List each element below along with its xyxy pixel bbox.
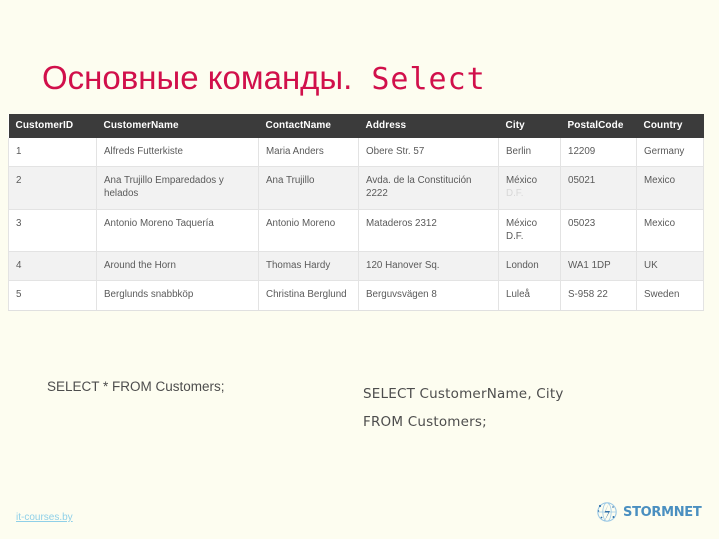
cell-postalcode: WA1 1DP — [560, 251, 637, 282]
stormnet-logo-text: STORMNET — [623, 504, 702, 520]
column-header-address: Address — [358, 114, 499, 138]
cell-contactname: Antonio Moreno — [258, 209, 359, 253]
table-row: 1 Alfreds Futterkiste Maria Anders Obere… — [8, 138, 704, 168]
stormnet-logo: STORMNET — [596, 499, 704, 525]
cell-city: Luleå — [498, 280, 561, 311]
cell-address: Berguvsvägen 8 — [358, 280, 499, 311]
cell-country: Mexico — [636, 209, 704, 253]
page-title: Основные команды. Select — [42, 58, 486, 100]
cell-city-line1: Luleå — [506, 289, 530, 301]
cell-country: Sweden — [636, 280, 704, 311]
cell-customerid: 1 — [8, 138, 97, 168]
cell-customername: Antonio Moreno Taquería — [96, 209, 259, 253]
cell-contactname: Maria Anders — [258, 138, 359, 168]
cell-address: Obere Str. 57 — [358, 138, 499, 168]
cell-address: Avda. de la Constitución 2222 — [358, 166, 499, 210]
sql-right-line-1: SELECT CustomerName, City — [363, 386, 564, 402]
table-row: 5 Berglunds snabbköp Christina Berglund … — [8, 280, 704, 311]
sql-snippet-left: SELECT * FROM Customers; — [47, 379, 225, 394]
cell-contactname: Thomas Hardy — [258, 251, 359, 282]
cell-city: México D.F. — [498, 166, 561, 210]
sql-snippet-right: SELECT CustomerName, City FROM Customers… — [363, 380, 564, 436]
cell-customername: Around the Horn — [96, 251, 259, 282]
cell-city: London — [498, 251, 561, 282]
cell-customername: Berglunds snabbköp — [96, 280, 259, 311]
cell-customerid: 3 — [8, 209, 97, 253]
cell-address: Mataderos 2312 — [358, 209, 499, 253]
page-title-select: Select — [352, 62, 486, 97]
cell-customerid: 5 — [8, 280, 97, 311]
table-header-row: CustomerID CustomerName ContactName Addr… — [8, 114, 704, 138]
column-header-customername: CustomerName — [96, 114, 259, 138]
page-title-russian: Основные команды. — [42, 59, 353, 96]
footer-link-it-courses[interactable]: it-courses.by — [16, 512, 73, 523]
cell-address: 120 Hanover Sq. — [358, 251, 499, 282]
slide-canvas: Основные команды. Select CustomerID Cust… — [0, 0, 719, 539]
cell-city-line1: México — [506, 217, 538, 229]
cell-customerid: 4 — [8, 251, 97, 282]
cell-contactname: Christina Berglund — [258, 280, 359, 311]
cell-contactname: Ana Trujillo — [258, 166, 359, 210]
cell-city-line2: D.F. — [506, 188, 524, 200]
cell-postalcode: S-958 22 — [560, 280, 637, 311]
cell-city-line1: London — [506, 260, 539, 272]
column-header-postalcode: PostalCode — [560, 114, 637, 138]
cell-postalcode: 05023 — [560, 209, 637, 253]
title-area: Основные команды. Select — [0, 58, 719, 104]
column-header-customerid: CustomerID — [8, 114, 97, 138]
cell-city-line2: D.F. — [506, 230, 524, 242]
cell-city-line1: Berlin — [506, 146, 532, 157]
cell-city: Berlin — [498, 138, 561, 168]
table-row: 4 Around the Horn Thomas Hardy 120 Hanov… — [8, 251, 704, 282]
cell-customerid: 2 — [8, 166, 97, 210]
cell-city-line1: México — [506, 175, 538, 187]
starburst-globe-icon — [596, 500, 622, 524]
cell-customername: Ana Trujillo Emparedados y helados — [96, 166, 259, 210]
cell-postalcode: 12209 — [560, 138, 637, 168]
sql-right-line-2: FROM Customers; — [363, 414, 487, 430]
cell-country: UK — [636, 251, 704, 282]
table-row: 3 Antonio Moreno Taquería Antonio Moreno… — [8, 209, 704, 253]
cell-city: México D.F. — [498, 209, 561, 253]
customers-table: CustomerID CustomerName ContactName Addr… — [8, 114, 704, 311]
column-header-city: City — [498, 114, 561, 138]
column-header-country: Country — [636, 114, 704, 138]
table-row: 2 Ana Trujillo Emparedados y helados Ana… — [8, 166, 704, 210]
customers-table-container: CustomerID CustomerName ContactName Addr… — [8, 114, 704, 311]
cell-postalcode: 05021 — [560, 166, 637, 210]
column-header-contactname: ContactName — [258, 114, 359, 138]
cell-customername: Alfreds Futterkiste — [96, 138, 259, 168]
cell-country: Mexico — [636, 166, 704, 210]
cell-country: Germany — [636, 138, 704, 168]
